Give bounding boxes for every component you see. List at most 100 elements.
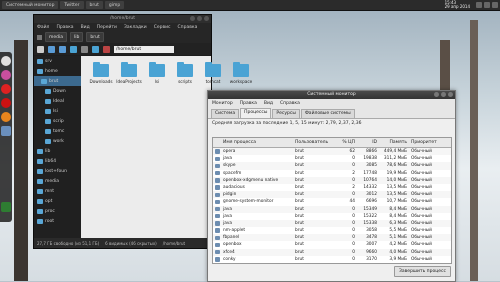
opera-icon[interactable] — [1, 98, 11, 108]
cell: gnome-system-monitor — [223, 199, 274, 205]
menu-help[interactable]: Справка — [178, 25, 198, 30]
sidebar-item[interactable]: root — [34, 216, 84, 226]
taskbar-item[interactable]: Системный монитор — [2, 1, 59, 9]
table-row[interactable]: opera brut 62 8866 449,4 МиБ Обычный — [213, 148, 451, 156]
folder-item[interactable]: Downloads — [86, 62, 116, 84]
process-icon — [215, 156, 220, 161]
menu-file[interactable]: Файл — [37, 25, 49, 30]
forward-icon[interactable] — [59, 45, 66, 53]
table-row[interactable]: java brut 0 15322 8,4 МиБ Обычный — [213, 213, 451, 220]
folder-item[interactable]: workspace — [226, 62, 256, 84]
sidebar-item[interactable]: lib — [34, 146, 84, 156]
sidebar-item[interactable]: srv — [34, 56, 84, 66]
table-row[interactable]: conky brut 0 3170 3,9 МиБ Обычный — [213, 256, 451, 263]
firefox-icon[interactable] — [1, 112, 11, 122]
sidebar-item[interactable]: media — [34, 176, 84, 186]
table-row[interactable]: fbpanel brut 0 3478 5,1 МиБ Обычный — [213, 234, 451, 242]
cell: Обычный — [411, 206, 432, 212]
table-row[interactable]: java brut 0 15338 6,3 МиБ Обычный — [213, 219, 451, 228]
folder-item[interactable]: scripts — [170, 62, 200, 84]
taskbar-item[interactable]: gimp — [104, 1, 125, 9]
cell: 6696 — [366, 199, 377, 205]
menu-view[interactable]: Вид — [264, 101, 273, 106]
end-process-button[interactable]: Завершить процесс — [394, 266, 451, 277]
table-row[interactable]: spacefm brut 2 17748 19,9 МиБ Обычный — [213, 170, 451, 177]
process-icon — [215, 221, 220, 226]
home-icon[interactable] — [81, 45, 88, 53]
system-monitor-window: Системный монитор Монитор Правка Вид Спр… — [207, 90, 456, 282]
box-icon[interactable] — [1, 126, 11, 136]
table-row[interactable]: java brut 0 19838 311,2 МиБ Обычный — [213, 155, 451, 162]
back-icon[interactable] — [48, 45, 55, 53]
tab-filesystems[interactable]: Файловые системы — [300, 109, 355, 118]
cell: conky — [223, 256, 236, 262]
close-icon[interactable] — [448, 92, 453, 97]
tab-system[interactable]: Система — [211, 109, 240, 118]
menu-go[interactable]: Перейти — [97, 25, 117, 30]
menu-monitor[interactable]: Монитор — [212, 101, 233, 106]
close-icon[interactable] — [204, 16, 209, 21]
sidebar-item[interactable]: proc — [34, 206, 84, 216]
minimize-icon[interactable] — [190, 16, 195, 21]
bookmark-icon[interactable] — [103, 45, 110, 53]
menu-view[interactable]: Вид — [81, 25, 90, 30]
table-row[interactable]: openbox-xdgmenu native brut 0 10764 14,0 МиБ… — [213, 176, 451, 184]
folder-item[interactable]: tomcat — [198, 62, 228, 84]
column-header[interactable]: Память — [377, 138, 411, 147]
clock[interactable]: 15:43 29 апр 2014 — [445, 0, 470, 10]
menu-tools[interactable]: Сервис — [154, 25, 171, 30]
table-row[interactable]: audacious brut 2 14332 13,5 МиБ Обычный — [213, 184, 451, 191]
menu-help[interactable]: Справка — [280, 101, 300, 106]
sidebar-item[interactable]: lib64 — [34, 156, 84, 166]
browser-icon[interactable] — [1, 70, 11, 80]
sidebar-item[interactable]: home — [34, 66, 84, 76]
power-icon[interactable] — [492, 2, 498, 8]
column-header[interactable]: ID — [355, 138, 377, 147]
menu-edit[interactable]: Правка — [240, 101, 257, 106]
menu-edit[interactable]: Правка — [56, 25, 73, 30]
sidebar-item[interactable]: opt — [34, 196, 84, 206]
network-icon[interactable] — [476, 2, 482, 8]
breadcrumb-item[interactable]: brut — [86, 32, 104, 42]
breadcrumb-item[interactable]: media — [45, 32, 68, 42]
table-row[interactable]: xfce4 brut 0 9660 4,0 МиБ Обычный — [213, 248, 451, 256]
terminal-icon[interactable] — [1, 202, 11, 212]
table-row[interactable]: pidgin brut 0 3012 13,5 МиБ Обычный — [213, 191, 451, 199]
sidebar-item-selected[interactable]: brut — [34, 76, 88, 86]
sidebar-item-label: media — [45, 178, 60, 184]
folder-item[interactable]: lsi — [142, 62, 172, 84]
table-row[interactable]: nm-applet brut 0 3058 5,5 МиБ Обычный — [213, 227, 451, 234]
breadcrumb-item[interactable]: lib — [70, 32, 84, 42]
sidebar-item-label: root — [45, 218, 55, 224]
table-row[interactable]: gnome-system-monitor brut 44 6696 10,7 МиБ Об… — [213, 198, 451, 205]
tab-resources[interactable]: Ресурсы — [272, 109, 300, 118]
process-name: opera — [213, 148, 295, 155]
opera-icon[interactable] — [1, 84, 11, 94]
sidebar-item[interactable]: lost+foun — [34, 166, 84, 176]
new-window-icon[interactable] — [37, 45, 44, 53]
back-icon[interactable] — [37, 34, 42, 40]
tab-processes[interactable]: Процессы — [240, 108, 272, 118]
column-header[interactable]: Приоритет — [411, 138, 451, 147]
column-header[interactable]: % ЦП — [341, 138, 355, 147]
table-row[interactable]: skype brut 0 3085 78,6 МиБ Обычный — [213, 162, 451, 170]
table-row[interactable]: openbox brut 0 3007 4,2 МиБ Обычный — [213, 241, 451, 248]
menu-bookmarks[interactable]: Закладки — [124, 25, 147, 30]
folder-icon[interactable] — [92, 45, 99, 53]
up-icon[interactable] — [70, 45, 77, 53]
folder-item[interactable]: IdeaProjects — [114, 62, 144, 84]
ubuntu-icon[interactable] — [1, 56, 11, 66]
location-input[interactable]: /home/brut — [114, 45, 174, 53]
volume-icon[interactable] — [484, 2, 490, 8]
column-header[interactable]: Имя процесса — [213, 138, 295, 147]
sidebar-item[interactable]: mnt — [34, 186, 84, 196]
taskbar-item[interactable]: brut — [85, 1, 103, 9]
table-row[interactable]: java brut 0 15349 8,4 МиБ Обычный — [213, 205, 451, 213]
column-header[interactable]: Пользователь — [295, 138, 341, 147]
taskbar-item[interactable]: Twitter — [60, 1, 84, 9]
cell: 19,9 МиБ — [386, 170, 407, 176]
folder-icon — [45, 138, 51, 144]
minimize-icon[interactable] — [434, 92, 439, 97]
maximize-icon[interactable] — [197, 16, 202, 21]
maximize-icon[interactable] — [441, 92, 446, 97]
